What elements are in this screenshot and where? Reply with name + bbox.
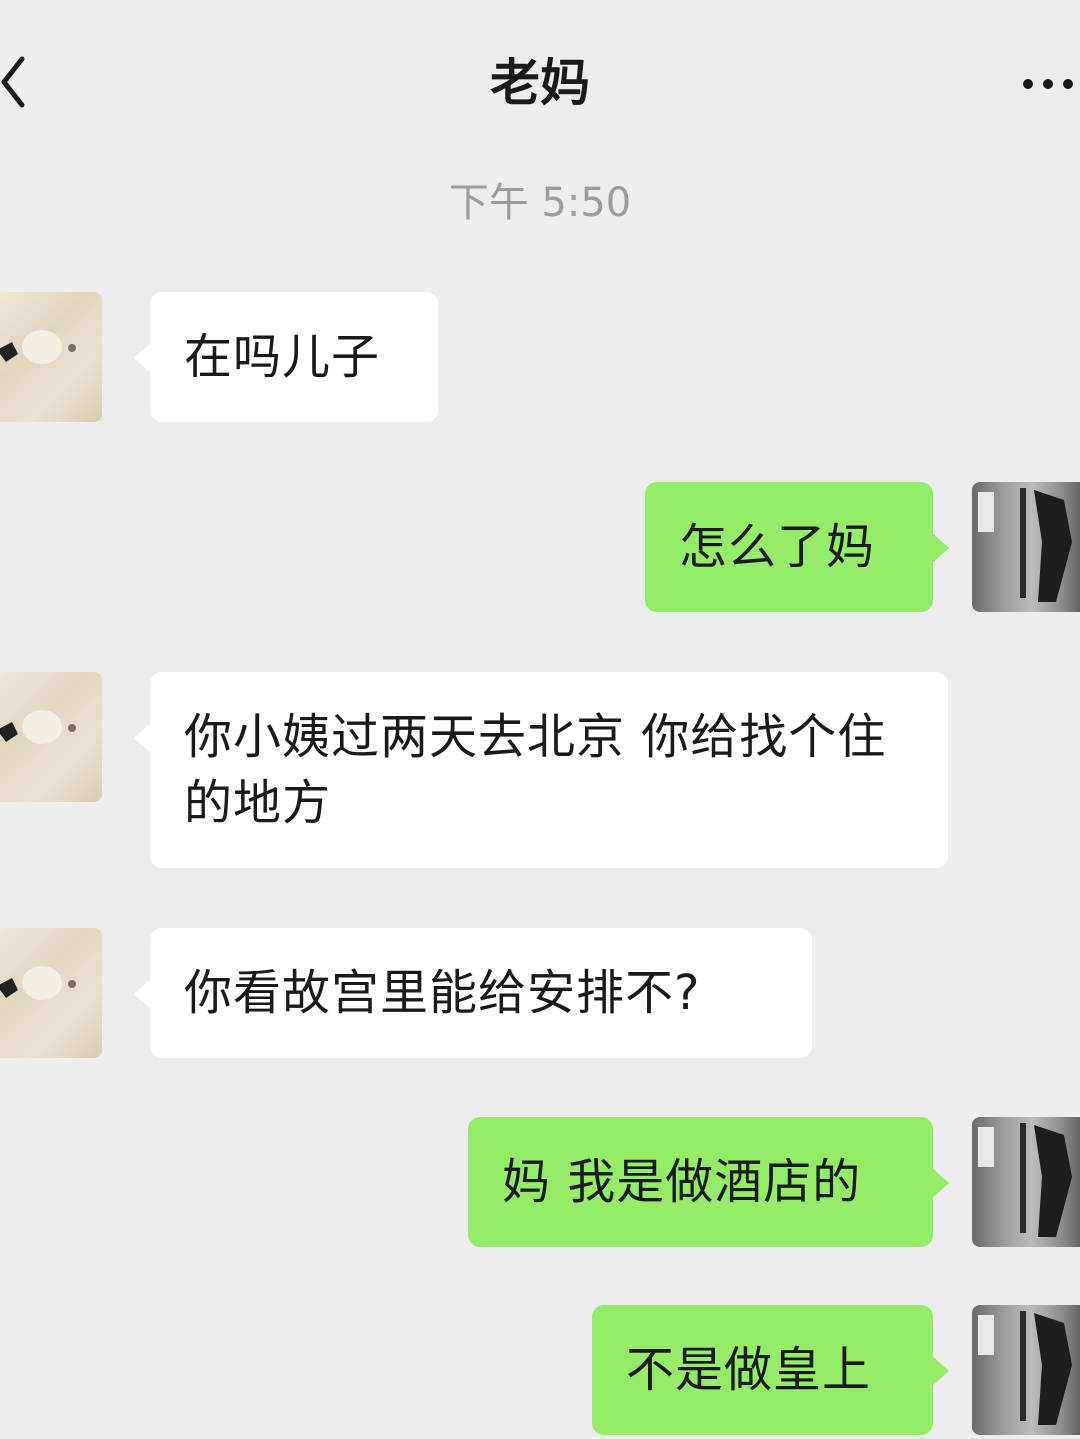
avatar-image <box>978 1123 1072 1237</box>
message-bubble-sent[interactable]: 不是做皇上 <box>592 1305 949 1435</box>
message-text: 在吗儿子 <box>184 329 381 385</box>
self-avatar[interactable] <box>972 1305 1080 1435</box>
chat-header: 老妈 <box>0 0 1080 170</box>
message-text: 你看故宫里能给安排不? <box>184 965 701 1021</box>
message-bubble-received[interactable]: 你看故宫里能给安排不? <box>134 928 812 1058</box>
message-bubble-sent[interactable]: 妈 我是做酒店的 <box>468 1117 949 1247</box>
message-text: 不是做皇上 <box>626 1342 872 1398</box>
message-timestamp: 下午 5:50 <box>448 180 632 226</box>
contact-avatar[interactable] <box>0 672 102 802</box>
message-text: 妈 我是做酒店的 <box>502 1154 862 1210</box>
avatar-image <box>0 710 76 744</box>
avatar-image <box>0 966 76 1000</box>
avatar-image <box>978 1311 1072 1425</box>
more-dots-icon <box>1023 79 1073 89</box>
contact-avatar[interactable] <box>0 928 102 1058</box>
message-bubble-received[interactable]: 在吗儿子 <box>134 292 438 422</box>
self-avatar[interactable] <box>972 1117 1080 1247</box>
message-bubble-received[interactable]: 你小姨过两天去北京 你给找个住的地方 <box>134 672 948 868</box>
self-avatar[interactable] <box>972 482 1080 612</box>
message-text: 怎么了妈 <box>679 519 876 575</box>
chat-title: 老妈 <box>490 54 590 112</box>
message-text: 你小姨过两天去北京 你给找个住的地方 <box>184 709 887 831</box>
more-button[interactable] <box>1020 62 1080 102</box>
contact-avatar[interactable] <box>0 292 102 422</box>
avatar-image <box>0 330 76 364</box>
message-bubble-sent[interactable]: 怎么了妈 <box>645 482 949 612</box>
avatar-image <box>978 488 1072 602</box>
